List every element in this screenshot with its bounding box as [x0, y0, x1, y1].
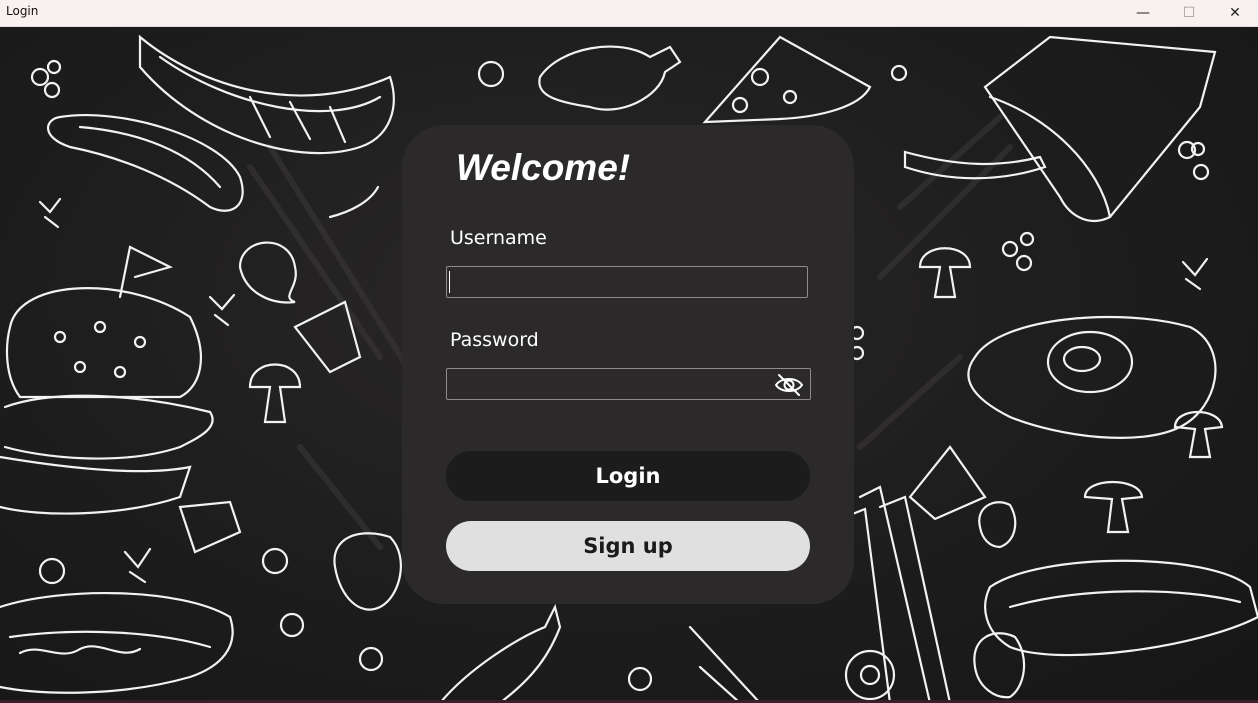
text-caret	[449, 271, 450, 293]
eye-off-icon[interactable]	[774, 372, 804, 398]
window-title-bar: Login — ☐ ✕	[0, 0, 1258, 27]
password-field[interactable]	[446, 368, 811, 400]
minimize-button[interactable]: —	[1120, 0, 1166, 26]
maximize-button[interactable]: ☐	[1166, 0, 1212, 26]
window-title: Login	[6, 4, 39, 18]
signup-button[interactable]: Sign up	[446, 521, 810, 571]
login-button[interactable]: Login	[446, 451, 810, 501]
username-field[interactable]	[446, 266, 808, 298]
close-button[interactable]: ✕	[1212, 0, 1258, 26]
username-label: Username	[450, 227, 547, 249]
welcome-heading: Welcome!	[456, 147, 631, 188]
login-card: Welcome! Username Password Login Sign up	[402, 125, 854, 604]
password-label: Password	[450, 329, 539, 351]
